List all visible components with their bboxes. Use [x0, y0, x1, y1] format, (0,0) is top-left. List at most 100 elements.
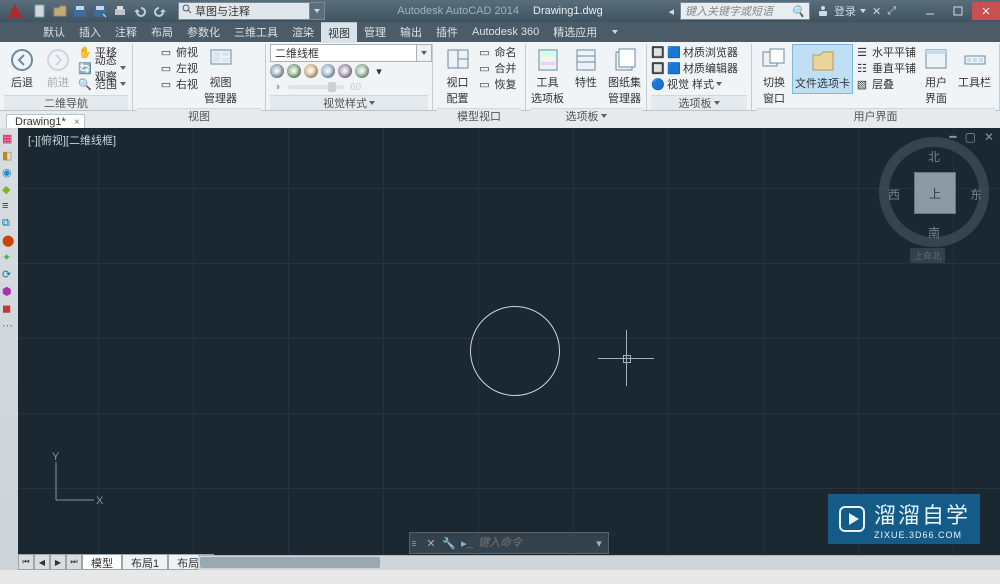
toolpalette-button[interactable]: 工具 选项板 [527, 44, 568, 108]
workspace-select[interactable]: 草图与注释 [178, 2, 310, 20]
tab-insert[interactable]: 插入 [72, 22, 108, 42]
cmd-chevron-icon[interactable]: ▸_ [458, 534, 476, 552]
cascade-button[interactable]: ▧层叠 [855, 76, 916, 92]
visualstyle-select[interactable]: 二维线框 [270, 44, 432, 62]
extent-button[interactable]: 🔍范围 [78, 76, 126, 92]
viewportconfig-button[interactable]: 视口 配置 [440, 44, 476, 108]
viewcube-s[interactable]: 南 [928, 224, 940, 241]
toolbar-button[interactable]: 工具栏 [954, 44, 995, 92]
lt-obj11-icon[interactable]: ⋯ [2, 319, 16, 333]
drawn-circle[interactable] [470, 306, 560, 396]
tab-view[interactable]: 视图 [321, 22, 357, 43]
style-ball5-icon[interactable] [338, 64, 352, 78]
hlayout-button[interactable]: ☰水平平铺 [855, 44, 916, 60]
h-scroll-thumb[interactable] [200, 557, 380, 568]
tab-manage[interactable]: 管理 [357, 22, 393, 42]
lt-obj10-icon[interactable]: ◼ [2, 302, 16, 316]
layout-prev-icon[interactable]: ◀ [34, 554, 50, 570]
chevron-down-icon[interactable] [416, 45, 431, 61]
drawing-canvas[interactable]: [-][俯视][二维线框] ━ ▢ ✕ Y X 上 北 南 西 东 上命北 [18, 128, 1000, 570]
switchwin-button[interactable]: 切换 窗口 [756, 44, 792, 108]
viewmanager-button[interactable]: 视图 管理器 [200, 44, 241, 108]
close-button[interactable] [972, 2, 1000, 20]
layout-last-icon[interactable]: ⏭ [66, 554, 82, 570]
sheetset-button[interactable]: 图纸集 管理器 [604, 44, 645, 108]
vp-close-icon[interactable]: ✕ [984, 130, 994, 144]
lt-obj1-icon[interactable]: ◧ [2, 149, 16, 163]
lt-grid-icon[interactable]: ▦ [2, 132, 16, 146]
tab-express[interactable]: 精选应用 [546, 22, 604, 42]
style-ball1-icon[interactable] [270, 64, 284, 78]
cmd-close-icon[interactable]: ✕ [422, 534, 440, 552]
open-icon[interactable] [52, 3, 68, 19]
viewcube-n[interactable]: 北 [928, 148, 940, 165]
tab-layout[interactable]: 布局 [144, 22, 180, 42]
tab-default[interactable]: 默认 [36, 22, 72, 42]
tab-render[interactable]: 渲染 [285, 22, 321, 42]
cmd-expand-icon[interactable]: ▾ [590, 534, 608, 552]
tab-3dtools[interactable]: 三维工具 [227, 22, 285, 42]
lt-obj7-icon[interactable]: ✦ [2, 251, 16, 265]
signin-button[interactable]: 登录 [816, 3, 866, 19]
viewcube[interactable]: 上 北 南 西 东 上命北 [890, 148, 980, 238]
h-scrollbar[interactable] [198, 555, 1000, 570]
style-ball4-icon[interactable] [321, 64, 335, 78]
layout-model[interactable]: 模型 [82, 554, 122, 570]
tab-annotate[interactable]: 注释 [108, 22, 144, 42]
style-ball6-icon[interactable] [355, 64, 369, 78]
props-button[interactable]: 特性 [568, 44, 604, 92]
viewcube-w[interactable]: 西 [888, 186, 900, 203]
layout-first-icon[interactable]: ⏮ [18, 554, 34, 570]
print-icon[interactable] [112, 3, 128, 19]
search-go-icon[interactable]: 🔍 [791, 4, 805, 18]
redo-icon[interactable] [152, 3, 168, 19]
info-arrow-icon[interactable]: ◂ [668, 5, 674, 18]
stayconnected-icon[interactable]: ⤢ [887, 5, 896, 18]
viewcube-compass[interactable]: 上命北 [910, 248, 945, 263]
vstyle-button[interactable]: 🔵视觉 样式 [651, 76, 722, 92]
undo-icon[interactable] [132, 3, 148, 19]
mateditor-button[interactable]: 🔲🟦材质编辑器 [651, 60, 738, 76]
lt-obj4-icon[interactable]: ≡ [2, 200, 16, 214]
viewtop-button[interactable]: ▭俯视 [159, 44, 198, 60]
vp-named-button[interactable]: ▭命名 [478, 44, 517, 60]
vp-restore-button[interactable]: ▭恢复 [478, 76, 517, 92]
filetab-button[interactable]: 文件选项卡 [792, 44, 853, 94]
cmd-wrench-icon[interactable]: 🔧 [440, 534, 458, 552]
command-line[interactable]: ✕ 🔧 ▸_ ▾ [409, 532, 609, 554]
lt-obj2-icon[interactable]: ◉ [2, 166, 16, 180]
lt-obj3-icon[interactable]: ◆ [2, 183, 16, 197]
layout-next-icon[interactable]: ▶ [50, 554, 66, 570]
workspace-dropdown-icon[interactable] [309, 2, 325, 20]
tab-parametric[interactable]: 参数化 [180, 22, 227, 42]
doctab-drawing1[interactable]: Drawing1* × [6, 114, 85, 129]
viewport-label[interactable]: [-][俯视][二维线框] [28, 132, 116, 148]
layout-1[interactable]: 布局1 [122, 554, 168, 570]
userui-button[interactable]: 用户 界面 [918, 44, 954, 108]
saveas-icon[interactable] [92, 3, 108, 19]
maximize-button[interactable] [944, 2, 972, 20]
style-more-icon[interactable]: ▾ [372, 64, 386, 78]
viewleft-button[interactable]: ▭左视 [159, 60, 198, 76]
lt-obj9-icon[interactable]: ⬢ [2, 285, 16, 299]
help-search[interactable]: 键入关键字或短语 🔍 [680, 2, 810, 20]
command-input[interactable] [476, 536, 590, 550]
exchange-icon[interactable]: ✕ [872, 5, 881, 18]
back-button[interactable]: 后退 [4, 44, 40, 92]
ribbon-tabs-expand-icon[interactable] [608, 25, 622, 39]
tab-a360[interactable]: Autodesk 360 [465, 24, 546, 40]
viewright-button[interactable]: ▭右视 [159, 76, 198, 92]
orbit-button[interactable]: 🔄动态观察 [78, 60, 126, 76]
new-icon[interactable] [32, 3, 48, 19]
viewcube-face[interactable]: 上 [914, 172, 956, 214]
cmd-grip-icon[interactable] [410, 541, 422, 546]
lt-obj6-icon[interactable]: ⬤ [2, 234, 16, 248]
matbrowser-button[interactable]: 🔲🟦材质浏览器 [651, 44, 738, 60]
style-ball2-icon[interactable] [287, 64, 301, 78]
vp-max-icon[interactable]: ▢ [965, 130, 976, 144]
close-tab-icon[interactable]: × [74, 117, 80, 128]
vlayout-button[interactable]: ☷垂直平铺 [855, 60, 916, 76]
app-logo[interactable] [4, 1, 26, 21]
tab-output[interactable]: 输出 [393, 22, 429, 42]
lt-obj8-icon[interactable]: ⟳ [2, 268, 16, 282]
